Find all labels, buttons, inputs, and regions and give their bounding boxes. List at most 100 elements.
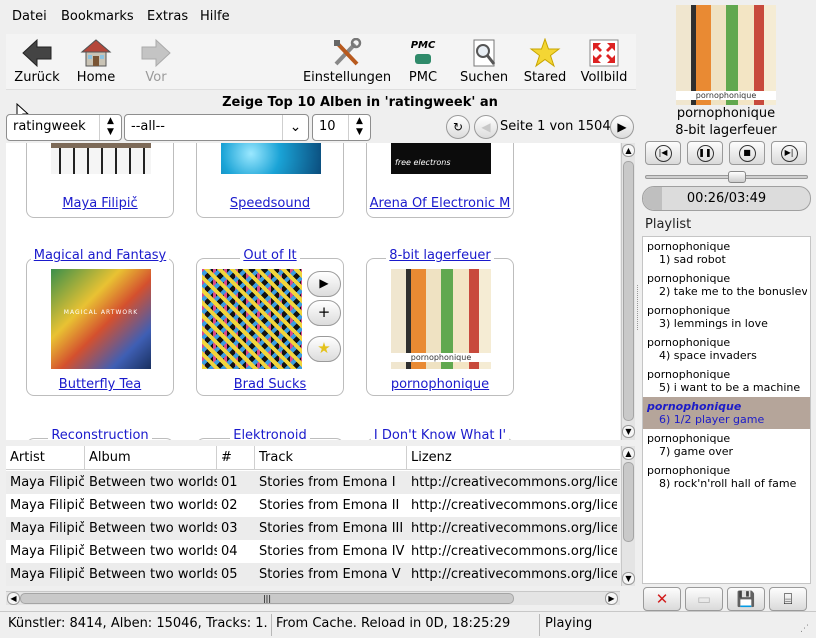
album-title[interactable]: Elektronoid <box>197 428 343 440</box>
add-album-button[interactable]: + <box>307 300 341 326</box>
column-header-track[interactable]: Track <box>255 446 407 470</box>
scroll-left-icon[interactable]: ◀ <box>7 592 20 605</box>
pause-icon: ❚❚ <box>696 145 714 162</box>
playlist-item-title: 8) rock'n'roll hall of fame <box>659 477 797 490</box>
scroll-up-icon[interactable]: ▲ <box>622 447 635 460</box>
play-album-button[interactable]: ▶ <box>307 271 341 297</box>
settings-button[interactable]: Einstellungen <box>302 34 392 90</box>
album-artist[interactable]: Maya Filipič <box>27 196 173 211</box>
track-table-scrollbar[interactable]: ▲ ▼ <box>621 446 635 586</box>
clear-button[interactable]: ▭ <box>685 587 723 611</box>
period-value: ratingweek <box>13 119 86 134</box>
splitter-handle[interactable] <box>637 285 640 330</box>
scroll-thumb[interactable] <box>623 462 634 542</box>
album-card[interactable]: I Don't Know What I' <box>366 428 514 440</box>
playlist-item[interactable]: pornophonique 1) sad robot <box>643 237 810 269</box>
table-row[interactable]: Maya Filipič Between two worlds 04 Stories … <box>6 540 620 563</box>
page-title: Zeige Top 10 Alben in 'ratingweek' an <box>222 95 498 110</box>
scroll-down-icon[interactable]: ▼ <box>622 425 635 438</box>
genre-select[interactable]: --all-- ⌄ <box>124 114 309 141</box>
previous-track-button[interactable]: |◀ <box>645 141 681 165</box>
menu-bookmarks[interactable]: Bookmarks <box>61 9 134 24</box>
album-grid-scrollbar[interactable]: ▲ ▼ <box>621 143 635 440</box>
resize-grip-icon[interactable]: ⋰ <box>800 624 809 634</box>
now-playing-album: 8-bit lagerfeuer <box>675 123 777 138</box>
forward-button[interactable]: Vor <box>130 34 182 90</box>
scroll-down-icon[interactable]: ▼ <box>622 572 635 585</box>
back-button[interactable]: Zurück <box>8 34 66 90</box>
album-title[interactable]: Out of It <box>197 248 343 263</box>
remove-button[interactable]: ✕ <box>643 587 681 611</box>
plus-icon: + <box>317 303 331 321</box>
scroll-right-icon[interactable]: ▶ <box>605 592 618 605</box>
slider-handle[interactable] <box>728 171 746 183</box>
album-card[interactable]: Reconstruction <box>26 428 174 440</box>
playlist-item[interactable]: pornophonique 8) rock'n'roll hall of fame <box>643 461 810 493</box>
prev-page-button[interactable]: ◀ <box>474 115 498 139</box>
reload-button[interactable]: ↻ <box>446 115 470 139</box>
playlist-item[interactable]: pornophonique 3) lemmings in love <box>643 301 810 333</box>
album-artist[interactable]: pornophonique <box>367 377 513 392</box>
column-header-artist[interactable]: Artist <box>6 446 85 470</box>
album-card[interactable]: Speedsound <box>196 143 344 218</box>
table-cell: Maya Filipič <box>10 521 84 536</box>
menu-datei[interactable]: Datei <box>12 9 47 24</box>
album-title[interactable]: I Don't Know What I' <box>367 428 513 440</box>
export-button[interactable]: ⌸ <box>769 587 807 611</box>
table-cell: Between two worlds <box>89 498 217 513</box>
album-card[interactable]: Maya Filipič <box>26 143 174 218</box>
star-album-button[interactable]: ★ <box>307 336 341 362</box>
menu-extras[interactable]: Extras <box>147 9 188 24</box>
column-header-number[interactable]: # <box>217 446 255 470</box>
search-button[interactable]: Suchen <box>456 34 512 90</box>
playlist-item[interactable]: pornophonique 6) 1/2 player game <box>643 397 810 429</box>
album-artist[interactable]: Butterfly Tea <box>27 377 173 392</box>
column-header-license[interactable]: Lizenz <box>407 446 620 470</box>
table-row[interactable]: Maya Filipič Between two worlds 03 Stories … <box>6 517 620 540</box>
pause-button[interactable]: ❚❚ <box>687 141 723 165</box>
album-artist[interactable]: Arena Of Electronic M <box>367 196 513 211</box>
album-title[interactable]: Reconstruction <box>27 428 173 440</box>
home-icon <box>80 39 112 67</box>
next-page-button[interactable]: ▶ <box>610 115 634 139</box>
track-progress[interactable]: 00:26/03:49 <box>642 186 811 211</box>
playlist-item[interactable]: pornophonique 7) game over <box>643 429 810 461</box>
page-info: Seite 1 von 1504 <box>500 119 611 134</box>
count-spinbox[interactable]: 10 ▲ ▼ <box>312 114 371 141</box>
next-track-button[interactable]: ▶| <box>771 141 807 165</box>
playlist-item[interactable]: pornophonique 2) take me to the bonuslev <box>643 269 810 301</box>
volume-slider[interactable] <box>645 171 808 183</box>
album-card[interactable]: free electrons Arena Of Electronic M <box>366 143 514 218</box>
album-title[interactable]: Magical and Fantasy <box>27 248 173 263</box>
menu-hilfe[interactable]: Hilfe <box>200 9 230 24</box>
scroll-up-icon[interactable]: ▲ <box>622 144 635 157</box>
album-artist[interactable]: Brad Sucks <box>197 377 343 392</box>
stared-button[interactable]: Stared <box>516 34 574 90</box>
scroll-thumb[interactable] <box>623 161 634 421</box>
period-select[interactable]: ratingweek ▲ ▼ <box>6 114 122 141</box>
table-cell: Maya Filipič <box>10 498 84 513</box>
table-row[interactable]: Maya Filipič Between two worlds 02 Stories … <box>6 494 620 517</box>
column-header-album[interactable]: Album <box>85 446 217 470</box>
playlist-item[interactable]: pornophonique 5) i want to be a machine <box>643 365 810 397</box>
album-card[interactable]: 8-bit lagerfeuer pornophonique pornophon… <box>366 248 514 396</box>
album-title[interactable]: 8-bit lagerfeuer <box>367 248 513 263</box>
track-table-hscrollbar[interactable]: ◀ ||| ▶ <box>6 591 620 605</box>
fullscreen-button[interactable]: Vollbild <box>578 34 630 90</box>
save-button[interactable]: 💾 <box>727 587 765 611</box>
table-row[interactable]: Maya Filipič Between two worlds 01 Stories … <box>6 471 620 494</box>
album-card[interactable]: Magical and Fantasy MAGICAL ARTWORK Butt… <box>26 248 174 396</box>
pmc-button[interactable]: PMC PMC <box>398 34 448 90</box>
stop-button[interactable]: ■ <box>729 141 765 165</box>
table-row[interactable]: Maya Filipič Between two worlds 05 Stories … <box>6 563 620 586</box>
scroll-thumb[interactable]: ||| <box>20 593 514 604</box>
home-button[interactable]: Home <box>70 34 122 90</box>
album-artist[interactable]: Speedsound <box>197 196 343 211</box>
playlist-item[interactable]: pornophonique 4) space invaders <box>643 333 810 365</box>
album-card[interactable]: Elektronoid <box>196 428 344 440</box>
arrow-right-icon <box>141 38 171 68</box>
album-cover <box>221 143 321 174</box>
cover-text: MAGICAL ARTWORK <box>63 309 139 316</box>
table-cell: Between two worlds <box>89 567 217 582</box>
playlist-item-artist: pornophonique <box>647 432 731 445</box>
